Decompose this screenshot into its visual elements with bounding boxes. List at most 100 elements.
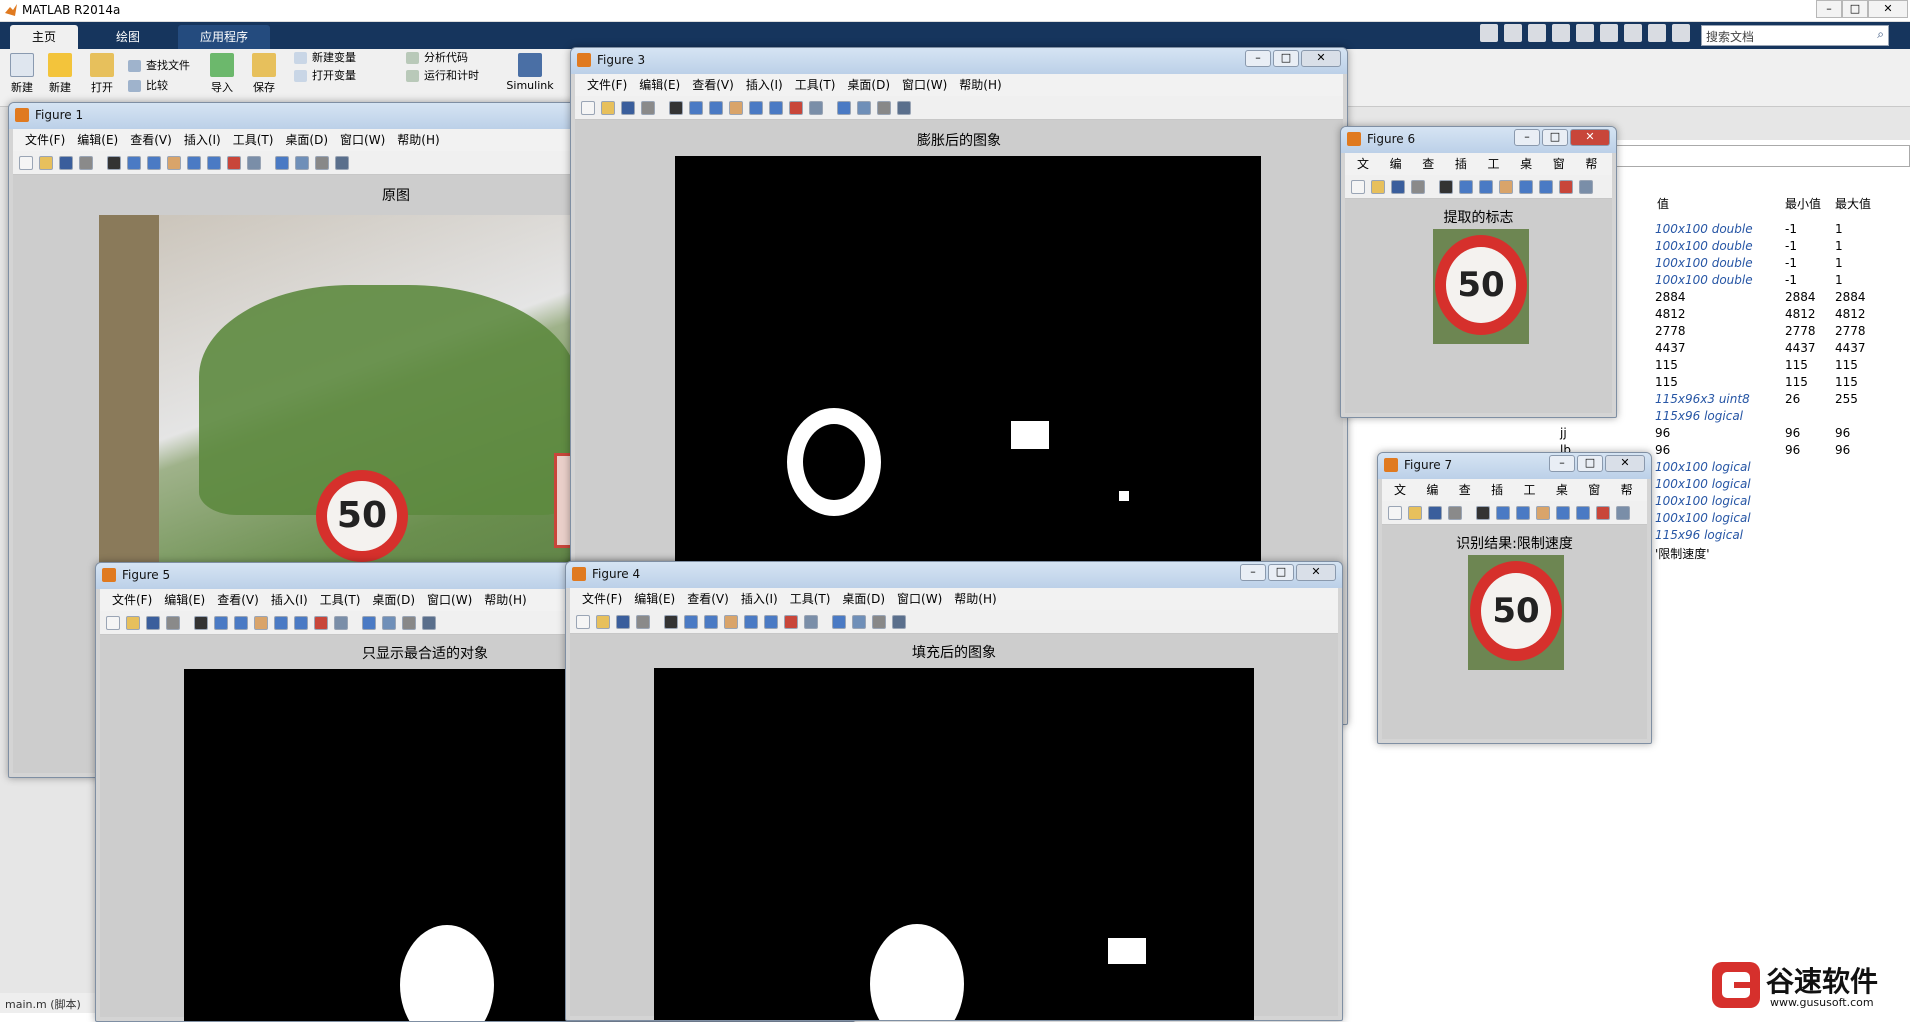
cut-quick-icon[interactable] — [1504, 24, 1522, 42]
find-files-button[interactable]: 查找文件 — [126, 57, 190, 75]
menu-item[interactable]: 帮助(H) — [948, 588, 1002, 610]
workspace-row[interactable]: 100x100 double -1 1 — [1655, 222, 1910, 239]
show-plot-tools-icon[interactable] — [335, 156, 349, 170]
select-arrow-icon[interactable] — [194, 616, 208, 630]
figure-6-window[interactable]: Figure 6 –□✕ 文件编辑查看插入工具桌面窗口帮助 提取的标志 50 — [1340, 126, 1617, 418]
show-plot-tools-icon[interactable] — [892, 615, 906, 629]
menu-item[interactable]: 桌面(D) — [836, 588, 891, 610]
zoom-out-icon[interactable] — [1516, 506, 1530, 520]
workspace-row[interactable]: 2884 2884 2884 — [1655, 290, 1910, 307]
zoom-out-icon[interactable] — [704, 615, 718, 629]
save-figure-icon[interactable] — [616, 615, 630, 629]
rotate-icon[interactable] — [1519, 180, 1533, 194]
rotate-icon[interactable] — [744, 615, 758, 629]
pan-hand-icon[interactable] — [724, 615, 738, 629]
copy-quick-icon[interactable] — [1528, 24, 1546, 42]
open-file-icon[interactable] — [596, 615, 610, 629]
workspace-row[interactable]: 2778 2778 2778 — [1655, 324, 1910, 341]
workspace-row[interactable]: 100x100 logical — [1655, 511, 1910, 528]
col-value[interactable]: 值 — [1657, 195, 1669, 212]
legend-icon[interactable] — [382, 616, 396, 630]
import-data-button[interactable]: 导入 — [204, 53, 240, 95]
menu-item[interactable]: 文件 — [1351, 153, 1384, 193]
new-figure-icon[interactable] — [1351, 180, 1365, 194]
menu-item[interactable]: 插入(I) — [740, 74, 789, 96]
menu-item[interactable]: 插入(I) — [265, 589, 314, 611]
maximize-button[interactable]: □ — [1842, 0, 1868, 18]
pan-hand-icon[interactable] — [729, 101, 743, 115]
fig6-close-button[interactable]: ✕ — [1570, 129, 1610, 146]
new-figure-icon[interactable] — [1388, 506, 1402, 520]
new-figure-icon[interactable] — [581, 101, 595, 115]
select-arrow-icon[interactable] — [1476, 506, 1490, 520]
menu-item[interactable]: 编辑(E) — [158, 589, 211, 611]
workspace-row[interactable]: 96 96 96 jj — [1560, 426, 1910, 443]
menu-item[interactable]: 工具 — [1518, 479, 1550, 519]
colorbar-icon[interactable] — [832, 615, 846, 629]
link-plot-icon[interactable] — [1579, 180, 1593, 194]
print-icon[interactable] — [641, 101, 655, 115]
workspace-row[interactable]: 100x100 logical — [1655, 494, 1910, 511]
compare-button[interactable]: 比较 — [126, 77, 168, 95]
menu-item[interactable]: 文件(F) — [581, 74, 633, 96]
legend-icon[interactable] — [295, 156, 309, 170]
figure-6-titlebar[interactable]: Figure 6 – □ ✕ — [1341, 127, 1616, 153]
menu-item[interactable]: 窗口(W) — [334, 129, 391, 151]
workspace-row[interactable]: 100x100 logical — [1655, 477, 1910, 494]
workspace-row[interactable]: 4812 4812 4812 — [1655, 307, 1910, 324]
colorbar-icon[interactable] — [837, 101, 851, 115]
zoom-in-icon[interactable] — [689, 101, 703, 115]
hide-plot-tools-icon[interactable] — [315, 156, 329, 170]
zoom-out-icon[interactable] — [234, 616, 248, 630]
menu-item[interactable]: 桌面(D) — [366, 589, 421, 611]
fig3-minimize-button[interactable]: – — [1245, 50, 1271, 67]
analyze-code-button[interactable]: 分析代码 — [404, 49, 468, 67]
menu-item[interactable]: 帮助 — [1579, 153, 1612, 193]
pan-hand-icon[interactable] — [167, 156, 181, 170]
col-min[interactable]: 最小值 — [1785, 195, 1821, 212]
menu-item[interactable]: 编辑(E) — [628, 588, 681, 610]
select-arrow-icon[interactable] — [664, 615, 678, 629]
tab-apps[interactable]: 应用程序 — [178, 25, 271, 49]
workspace-row[interactable]: 115x96 logical — [1655, 528, 1910, 545]
data-cursor-icon[interactable] — [207, 156, 221, 170]
menu-item[interactable]: 查看 — [1416, 153, 1449, 193]
print-icon[interactable] — [1448, 506, 1462, 520]
zoom-in-icon[interactable] — [1496, 506, 1510, 520]
menu-item[interactable]: 帮助(H) — [478, 589, 532, 611]
fig4-minimize-button[interactable]: – — [1240, 564, 1266, 581]
menu-item[interactable]: 编辑 — [1420, 479, 1452, 519]
data-cursor-icon[interactable] — [1576, 506, 1590, 520]
menu-item[interactable]: 插入 — [1485, 479, 1517, 519]
menu-item[interactable]: 桌面 — [1550, 479, 1582, 519]
open-file-icon[interactable] — [1408, 506, 1422, 520]
rotate-icon[interactable] — [1556, 506, 1570, 520]
print-icon[interactable] — [636, 615, 650, 629]
menu-item[interactable]: 查看(V) — [686, 74, 740, 96]
legend-icon[interactable] — [857, 101, 871, 115]
tab-plots[interactable]: 绘图 — [94, 25, 162, 49]
open-file-icon[interactable] — [1371, 180, 1385, 194]
zoom-in-icon[interactable] — [684, 615, 698, 629]
rotate-icon[interactable] — [749, 101, 763, 115]
save-figure-icon[interactable] — [1428, 506, 1442, 520]
tab-home[interactable]: 主页 — [10, 25, 79, 49]
save-figure-icon[interactable] — [621, 101, 635, 115]
pan-hand-icon[interactable] — [254, 616, 268, 630]
fig7-minimize-button[interactable]: – — [1549, 455, 1575, 472]
menu-item[interactable]: 编辑(E) — [71, 129, 124, 151]
rotate-icon[interactable] — [187, 156, 201, 170]
menu-item[interactable]: 工具 — [1482, 153, 1515, 193]
menu-item[interactable]: 文件 — [1388, 479, 1420, 519]
pan-hand-icon[interactable] — [1536, 506, 1550, 520]
menu-item[interactable]: 插入(I) — [735, 588, 784, 610]
brush-icon[interactable] — [227, 156, 241, 170]
workspace-row[interactable]: 4437 4437 4437 — [1655, 341, 1910, 358]
hide-plot-tools-icon[interactable] — [877, 101, 891, 115]
zoom-in-icon[interactable] — [214, 616, 228, 630]
brush-icon[interactable] — [1596, 506, 1610, 520]
select-arrow-icon[interactable] — [107, 156, 121, 170]
menu-item[interactable]: 插入 — [1449, 153, 1482, 193]
zoom-out-icon[interactable] — [709, 101, 723, 115]
menu-item[interactable]: 查看(V) — [124, 129, 178, 151]
